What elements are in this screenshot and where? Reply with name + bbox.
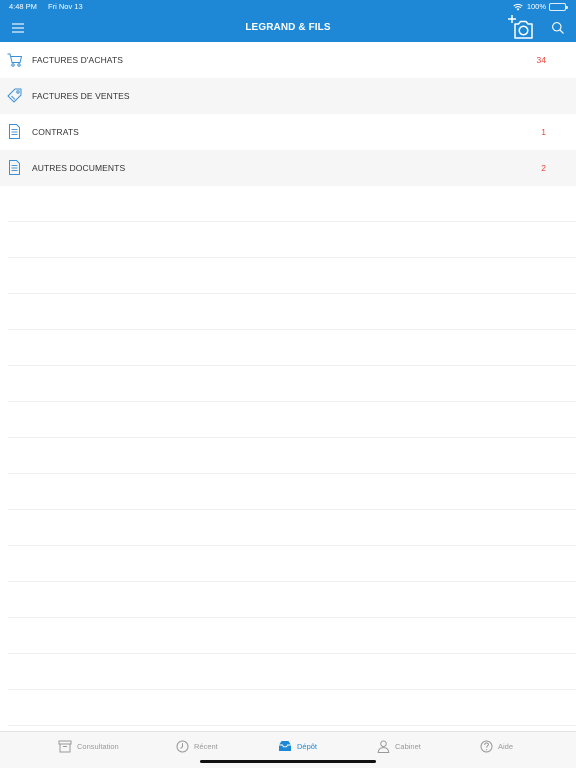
search-icon [552,22,564,34]
list-separator [8,221,576,222]
folder-row-contrats[interactable]: CONTRATS 1 [0,114,576,150]
tab-consultation[interactable]: Consultation [58,738,119,754]
folder-row-factures-achats[interactable]: FACTURES D'ACHATS 34 [0,42,576,78]
wifi-icon [513,3,523,11]
battery-icon [549,3,568,11]
list-separator [8,329,576,330]
status-time: 4:48 PM [9,2,37,11]
list-separator [8,509,576,510]
tab-cabinet[interactable]: Cabinet [377,738,421,754]
search-button[interactable] [551,21,565,35]
list-separator [8,365,576,366]
folder-list: FACTURES D'ACHATS 34 FACTURES DE VENTES … [0,42,576,186]
tab-label: Cabinet [395,741,421,751]
top-bar: 4:48 PM Fri Nov 13 100% LEGRAND & FILS [0,0,576,42]
list-separator [8,437,576,438]
list-separator [8,293,576,294]
status-right: 100% [513,0,568,14]
inbox-tray-icon [279,741,291,751]
nav-bar: LEGRAND & FILS [0,14,576,42]
folder-label: AUTRES DOCUMENTS [32,163,126,173]
folder-label: CONTRATS [32,127,79,137]
tab-recent[interactable]: Récent [176,738,218,754]
folder-row-factures-ventes[interactable]: FACTURES DE VENTES [0,78,576,114]
tab-label: Consultation [77,741,119,751]
page-title: LEGRAND & FILS [245,22,331,33]
status-bar: 4:48 PM Fri Nov 13 100% [0,0,576,14]
person-icon [377,740,390,753]
add-camera-icon [508,15,533,39]
list-separator [8,401,576,402]
empty-list-area [8,186,576,731]
list-separator [8,653,576,654]
list-separator [8,473,576,474]
app-screen: 4:48 PM Fri Nov 13 100% LEGRAND & FILS F… [0,0,576,768]
help-circle-icon [480,740,493,752]
folder-label: FACTURES DE VENTES [32,91,130,101]
folder-count-badge: 34 [536,55,546,65]
document-icon [9,124,20,139]
tab-depot[interactable]: Dépôt [278,738,317,754]
tag-icon [7,88,22,103]
tab-label: Aide [498,741,514,751]
tab-aide[interactable]: Aide [480,738,513,754]
tab-label: Dépôt [297,741,318,751]
cart-icon [7,53,22,67]
status-left: 4:48 PM Fri Nov 13 [9,0,92,14]
clock-icon [176,740,189,752]
list-separator [8,689,576,690]
list-separator [8,725,576,726]
status-date: Fri Nov 13 [48,2,83,11]
document-icon [9,160,20,175]
folder-count-badge: 2 [541,163,546,173]
battery-percent: 100% [526,2,546,11]
home-indicator[interactable] [200,760,376,763]
list-separator [8,581,576,582]
archive-box-icon [58,740,72,752]
add-photo-button[interactable] [507,13,535,41]
tab-label: Récent [194,741,218,751]
folder-label: FACTURES D'ACHATS [32,55,124,65]
folder-count-badge: 1 [541,127,546,137]
list-separator [8,545,576,546]
list-separator [8,257,576,258]
list-separator [8,617,576,618]
folder-row-autres-documents[interactable]: AUTRES DOCUMENTS 2 [0,150,576,186]
